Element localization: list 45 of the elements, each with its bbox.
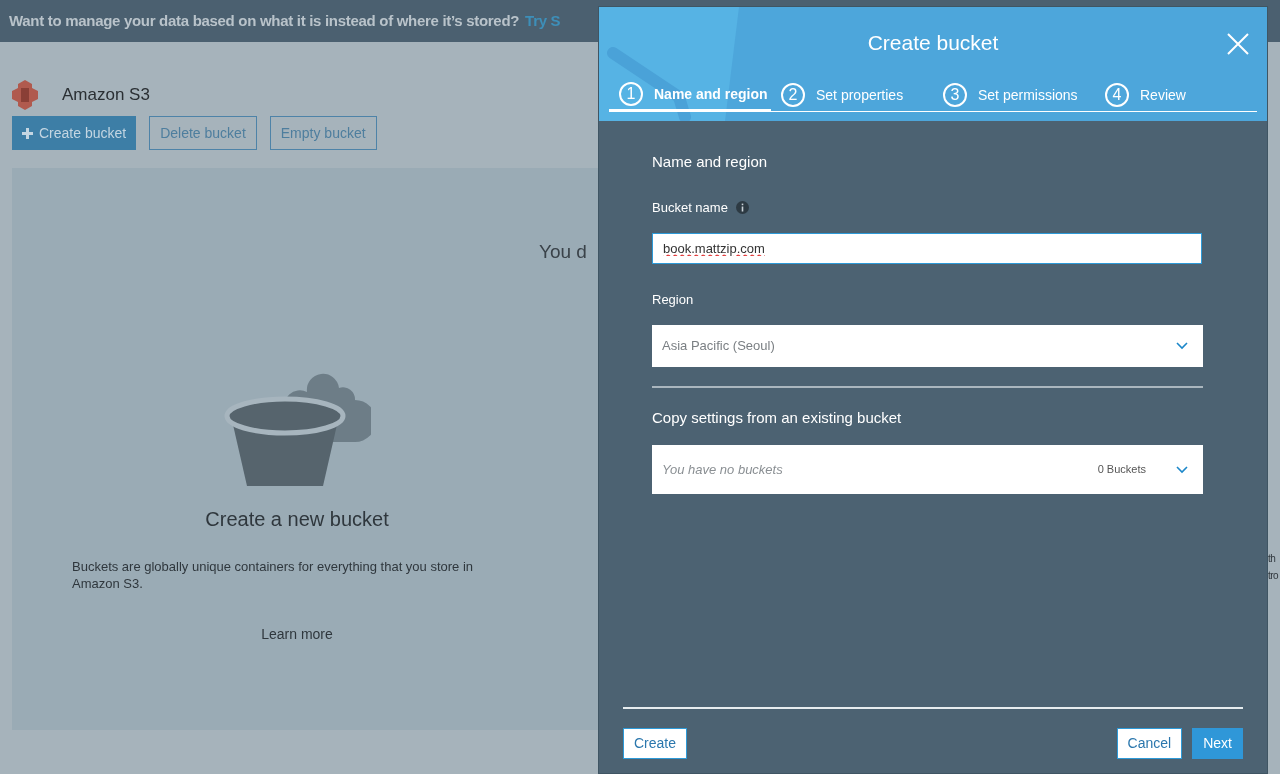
dialog-button[interactable]: Create	[623, 728, 688, 759]
step-label: Name and region	[654, 84, 768, 104]
step-number: 2	[781, 83, 805, 107]
banner-link[interactable]: Try S	[525, 9, 561, 33]
learn-more-link[interactable]: Learn more	[261, 624, 333, 645]
dialog-button[interactable]: Next	[1192, 728, 1243, 759]
service-title: Amazon S3	[62, 84, 150, 107]
step-number: 4	[1105, 83, 1129, 107]
close-button[interactable]	[1227, 33, 1249, 55]
empty-title: Create a new bucket	[205, 507, 389, 532]
dialog-button[interactable]: Cancel	[1116, 728, 1183, 759]
field-label: Region	[652, 291, 695, 309]
field-label: Bucket name	[652, 198, 728, 217]
empty-description: Buckets are globally unique containers for everything that you store in Amazon S3.	[72, 558, 475, 592]
bucket-count: 0 Buckets	[1097, 462, 1146, 478]
toolbar-button[interactable]: Empty bucket	[269, 116, 377, 150]
cut-text: tro	[1268, 569, 1279, 583]
cut-text: th	[1268, 552, 1276, 566]
step-tab[interactable]: 4 Review	[1095, 79, 1257, 111]
toolbar-button[interactable]: Delete bucket	[149, 116, 257, 150]
chevron-down-icon	[1176, 341, 1188, 350]
select-placeholder: You have no buckets	[662, 460, 784, 479]
close-icon	[1227, 33, 1249, 55]
step-label: Set permissions	[978, 85, 1078, 105]
banner-text: Want to manage your data based on what it is instead of where it’s stored?	[9, 10, 520, 31]
service-logo-icon	[12, 80, 38, 110]
step-number: 1	[619, 82, 643, 106]
section-title: Copy settings from an existing bucket	[652, 407, 903, 428]
info-icon	[735, 200, 749, 214]
select-value: Asia Pacific (Seoul)	[662, 336, 775, 355]
create-bucket-button[interactable]: Create bucket	[12, 116, 137, 150]
step-number: 3	[943, 83, 967, 107]
step-tab[interactable]: 1 Name and region	[609, 79, 771, 111]
step-tab[interactable]: 3 Set permissions	[933, 79, 1095, 111]
bucket-select[interactable]: You have no buckets 0 Buckets	[652, 445, 1203, 494]
region-select[interactable]: Asia Pacific (Seoul)	[652, 324, 1203, 367]
section-title: Name and region	[652, 152, 769, 172]
dialog-title: Create bucket	[867, 30, 999, 57]
bucket-name-input[interactable]: book.mattzip.com	[652, 233, 1202, 264]
step-label: Review	[1140, 85, 1186, 105]
plus-icon	[22, 127, 33, 139]
chevron-down-icon	[1176, 465, 1188, 474]
step-label: Set properties	[816, 85, 904, 105]
empty-heading: You d	[539, 240, 587, 264]
step-tab[interactable]: 2 Set properties	[771, 79, 933, 111]
